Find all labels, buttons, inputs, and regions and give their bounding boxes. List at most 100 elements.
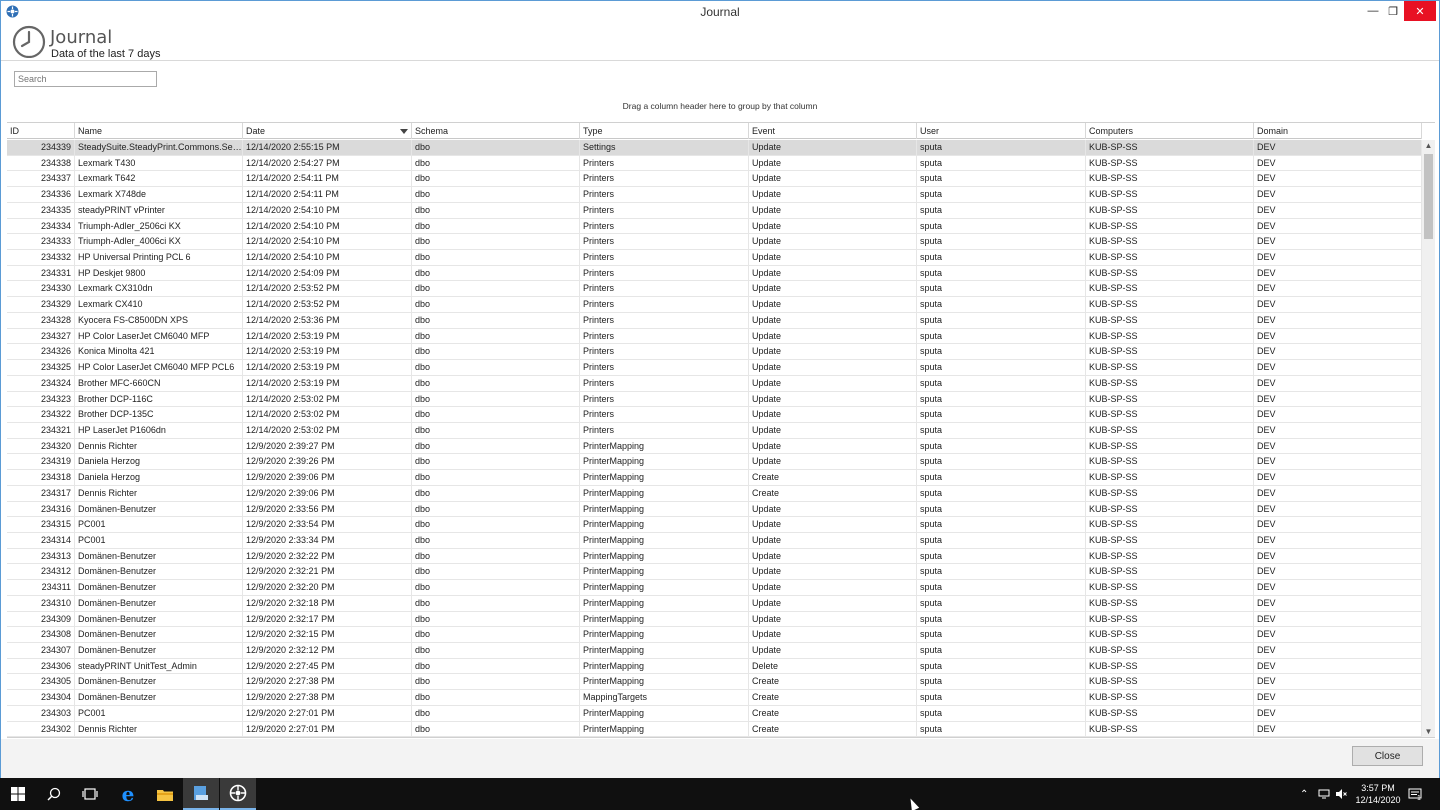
cell-name: Daniela Herzog [75,454,243,470]
column-header-type[interactable]: Type [580,123,749,139]
table-row[interactable]: 234332 HP Universal Printing PCL 6 12/14/2… [7,250,1422,266]
cell-schema: dbo [412,422,580,438]
table-row[interactable]: 234321 HP LaserJet P1606dn 12/14/2020 2:53… [7,422,1422,439]
column-header-schema[interactable]: Schema [412,123,580,139]
table-row[interactable]: 234338 Lexmark T430 12/14/2020 2:54:27 PM d… [7,155,1422,172]
table-row[interactable]: 234329 Lexmark CX410 12/14/2020 2:53:52 PM… [7,297,1422,313]
table-row[interactable]: 234309 Domänen-Benutzer 12/9/2020 2:32:17 … [7,611,1422,628]
column-header-event[interactable]: Event [749,123,917,139]
table-row[interactable]: 234335 steadyPRINT vPrinter 12/14/2020 2:5… [7,202,1422,219]
cell-user: sputa [917,344,1086,360]
table-row[interactable]: 234336 Lexmark X748de 12/14/2020 2:54:11 P… [7,187,1422,203]
table-row[interactable]: 234313 Domänen-Benutzer 12/9/2020 2:32:22 … [7,548,1422,565]
title-bar[interactable]: Journal — ❐ ✕ [1,1,1439,23]
cell-date: 12/14/2020 2:53:19 PM [243,344,412,360]
cell-event: Update [749,328,917,344]
cell-name: Daniela Herzog [75,470,243,485]
cell-event: Update [749,202,917,218]
cell-type: Printers [580,297,749,312]
steadyprint-icon[interactable] [220,778,256,810]
cell-id: 234324 [7,375,75,391]
table-row[interactable]: 234315 PC001 12/9/2020 2:33:54 PM dbo Printe… [7,517,1422,533]
cell-date: 12/14/2020 2:54:27 PM [243,155,412,171]
column-header-name[interactable]: Name [75,123,243,139]
table-row[interactable]: 234319 Daniela Herzog 12/9/2020 2:39:26 PM… [7,454,1422,471]
table-row[interactable]: 234323 Brother DCP-116C 12/14/2020 2:53:02… [7,391,1422,408]
table-row[interactable]: 234339 SteadySuite.SteadyPrint.Commons.Se… [7,140,1422,156]
group-panel-hint[interactable]: Drag a column header here to group by th… [1,101,1439,111]
scrollbar-thumb[interactable] [1424,154,1433,239]
cell-user: sputa [917,171,1086,187]
vertical-scrollbar[interactable]: ▲ ▼ [1422,140,1435,737]
table-row[interactable]: 234303 PC001 12/9/2020 2:27:01 PM dbo Printe… [7,705,1422,722]
cell-type: PrinterMapping [580,595,749,611]
edge-icon[interactable]: e [110,778,146,810]
close-button[interactable]: Close [1352,746,1423,766]
table-row[interactable]: 234326 Konica Minolta 421 12/14/2020 2:53:… [7,344,1422,361]
table-row[interactable]: 234302 Dennis Richter 12/9/2020 2:27:01 PM… [7,721,1422,737]
cell-user: sputa [917,548,1086,564]
file-explorer-icon[interactable] [147,778,183,810]
scroll-down-icon[interactable]: ▼ [1422,726,1435,737]
table-row[interactable]: 234316 Domänen-Benutzer 12/9/2020 2:33:56 … [7,501,1422,518]
cell-type: Printers [580,281,749,297]
table-row[interactable]: 234325 HP Color LaserJet CM6040 MFP PCL6 1… [7,360,1422,376]
search-icon[interactable] [36,778,72,810]
table-row[interactable]: 234318 Daniela Herzog 12/9/2020 2:39:06 PM… [7,470,1422,486]
table-row[interactable]: 234322 Brother DCP-135C 12/14/2020 2:53:02… [7,407,1422,423]
volume-icon[interactable] [1335,778,1347,810]
table-row[interactable]: 234333 Triumph-Adler_4006ci KX 12/14/2020 … [7,234,1422,251]
taskbar-time: 3:57 PM [1361,783,1395,793]
table-row[interactable]: 234314 PC001 12/9/2020 2:33:34 PM dbo Printe… [7,532,1422,549]
cell-event: Update [749,218,917,234]
app-icon[interactable] [183,778,219,810]
table-row[interactable]: 234305 Domänen-Benutzer 12/9/2020 2:27:38 … [7,674,1422,691]
cell-name: Lexmark X748de [75,187,243,202]
table-row[interactable]: 234308 Domänen-Benutzer 12/9/2020 2:32:15 … [7,627,1422,643]
search-input[interactable] [14,71,157,87]
taskbar-clock[interactable]: 3:57 PM 12/14/2020 [1352,782,1404,806]
column-header-date[interactable]: Date [243,123,412,139]
cell-computers: KUB-SP-SS [1086,674,1254,690]
table-row[interactable]: 234337 Lexmark T642 12/14/2020 2:54:11 PM d… [7,171,1422,188]
cell-schema: dbo [412,674,580,690]
cell-type: Printers [580,234,749,250]
column-header-domain[interactable]: Domain [1254,123,1422,139]
cell-name: Dennis Richter [75,485,243,501]
cell-event: Update [749,265,917,281]
close-window-icon[interactable]: ✕ [1404,1,1436,21]
table-row[interactable]: 234328 Kyocera FS-C8500DN XPS 12/14/2020 2… [7,312,1422,329]
cell-name: Lexmark CX310dn [75,281,243,297]
cell-event: Create [749,485,917,501]
cell-domain: DEV [1254,140,1422,155]
cell-computers: KUB-SP-SS [1086,485,1254,501]
start-icon[interactable] [0,778,36,810]
table-row[interactable]: 234317 Dennis Richter 12/9/2020 2:39:06 PM… [7,485,1422,502]
table-row[interactable]: 234311 Domänen-Benutzer 12/9/2020 2:32:20 … [7,580,1422,596]
grid-header: ID Name Date Schema Type Event User Comp… [7,123,1422,139]
notification-icon[interactable]: 1 [1408,778,1422,810]
column-header-id[interactable]: ID [7,123,75,139]
table-row[interactable]: 234312 Domänen-Benutzer 12/9/2020 2:32:21 … [7,564,1422,581]
table-row[interactable]: 234310 Domänen-Benutzer 12/9/2020 2:32:18 … [7,595,1422,612]
table-row[interactable]: 234331 HP Deskjet 9800 12/14/2020 2:54:09 … [7,265,1422,282]
cell-computers: KUB-SP-SS [1086,611,1254,627]
table-row[interactable]: 234307 Domänen-Benutzer 12/9/2020 2:32:12 … [7,643,1422,659]
tray-chevron-icon[interactable]: ⌃ [1300,778,1308,810]
network-icon[interactable] [1318,778,1330,810]
task-view-icon[interactable] [72,778,108,810]
cell-id: 234328 [7,312,75,328]
cell-event: Update [749,564,917,580]
table-row[interactable]: 234324 Brother MFC-660CN 12/14/2020 2:53:1… [7,375,1422,392]
table-row[interactable]: 234304 Domänen-Benutzer 12/9/2020 2:27:38 … [7,690,1422,706]
table-row[interactable]: 234334 Triumph-Adler_2506ci KX 12/14/2020 … [7,218,1422,235]
column-header-computers[interactable]: Computers [1086,123,1254,139]
table-row[interactable]: 234320 Dennis Richter 12/9/2020 2:39:27 PM… [7,438,1422,455]
table-row[interactable]: 234327 HP Color LaserJet CM6040 MFP 12/14/… [7,328,1422,345]
table-row[interactable]: 234330 Lexmark CX310dn 12/14/2020 2:53:52 … [7,281,1422,298]
column-header-user[interactable]: User [917,123,1086,139]
taskbar-date: 12/14/2020 [1355,795,1401,805]
table-row[interactable]: 234306 steadyPRINT UnitTest_Admin 12/9/202… [7,658,1422,675]
scroll-up-icon[interactable]: ▲ [1422,140,1435,152]
cell-date: 12/9/2020 2:33:56 PM [243,501,412,517]
